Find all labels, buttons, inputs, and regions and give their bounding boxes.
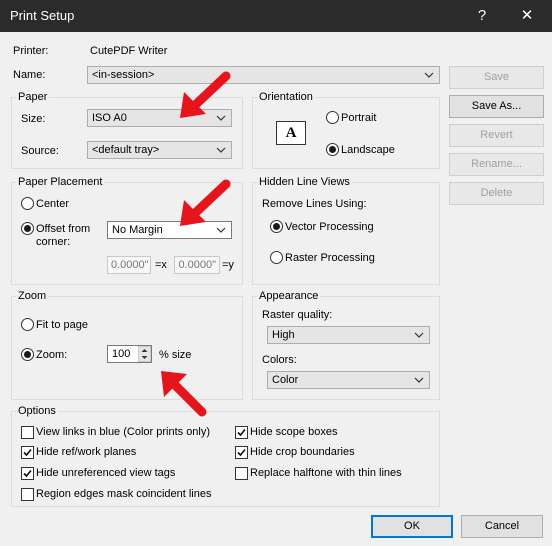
hide-crop-boundaries-checkbox[interactable] xyxy=(235,446,248,459)
options-group-title: Options xyxy=(16,405,58,417)
annotation-arrow-icon xyxy=(180,71,231,118)
replace-halftone-label[interactable]: Replace halftone with thin lines xyxy=(250,467,402,479)
checkmark-icon xyxy=(23,448,32,457)
delete-button[interactable]: Delete xyxy=(449,182,544,205)
raster-processing-radio[interactable] xyxy=(270,251,283,264)
rename-button[interactable]: Rename... xyxy=(449,153,544,176)
size-label: Size: xyxy=(21,113,46,125)
source-label: Source: xyxy=(21,145,59,157)
view-links-blue-checkbox[interactable] xyxy=(21,426,34,439)
zoom-value[interactable]: 100 xyxy=(112,348,130,360)
hide-scope-boxes-checkbox[interactable] xyxy=(235,426,248,439)
center-radio[interactable] xyxy=(21,197,34,210)
offset-label-line1[interactable]: Offset from xyxy=(36,223,90,235)
name-dropdown-value: <in-session> xyxy=(92,69,155,81)
portrait-radio[interactable] xyxy=(326,111,339,124)
revert-button[interactable]: Revert xyxy=(449,124,544,147)
replace-halftone-checkbox[interactable] xyxy=(235,467,248,480)
raster-quality-label: Raster quality: xyxy=(262,309,333,321)
title-bar: Print Setup ? ✕ xyxy=(0,0,552,32)
landscape-label[interactable]: Landscape xyxy=(341,144,395,156)
colors-value: Color xyxy=(272,374,299,386)
raster-quality-value: High xyxy=(272,329,295,341)
zoom-stepper[interactable]: 100 xyxy=(107,345,152,363)
region-edges-checkbox[interactable] xyxy=(21,488,34,501)
raster-processing-label[interactable]: Raster Processing xyxy=(285,252,375,264)
paper-placement-title: Paper Placement xyxy=(16,176,105,188)
chevron-down-icon xyxy=(424,72,434,78)
margin-value: No Margin xyxy=(112,224,163,236)
appearance-group-title: Appearance xyxy=(257,290,321,302)
zoom-radio[interactable] xyxy=(21,348,34,361)
checkmark-icon xyxy=(237,428,246,437)
hide-unreferenced-tags-checkbox[interactable] xyxy=(21,467,34,480)
portrait-label[interactable]: Portrait xyxy=(341,112,376,124)
hide-ref-planes-label[interactable]: Hide ref/work planes xyxy=(36,446,136,458)
close-button[interactable]: ✕ xyxy=(512,4,542,28)
window-title: Print Setup xyxy=(10,8,75,23)
hide-crop-boundaries-label[interactable]: Hide crop boundaries xyxy=(250,446,355,458)
paper-source-dropdown[interactable]: <default tray> xyxy=(87,141,232,159)
save-button[interactable]: Save xyxy=(449,66,544,89)
center-label[interactable]: Center xyxy=(36,198,69,210)
save-as-button[interactable]: Save As... xyxy=(449,95,544,118)
checkmark-icon xyxy=(237,448,246,457)
landscape-radio[interactable] xyxy=(326,143,339,156)
vector-processing-radio[interactable] xyxy=(270,220,283,233)
zoom-group-title: Zoom xyxy=(16,290,49,302)
printer-label: Printer: xyxy=(13,45,49,57)
hide-scope-boxes-label[interactable]: Hide scope boxes xyxy=(250,426,337,438)
fit-to-page-radio[interactable] xyxy=(21,318,34,331)
raster-quality-dropdown[interactable]: High xyxy=(267,326,430,344)
hidden-line-views-title: Hidden Line Views xyxy=(257,176,352,188)
y-label: =y xyxy=(222,259,234,271)
cancel-button[interactable]: Cancel xyxy=(461,515,543,538)
help-button[interactable]: ? xyxy=(467,4,497,28)
print-setup-dialog: Print Setup ? ✕ Printer: CutePDF Writer … xyxy=(0,0,552,546)
annotation-arrow-icon xyxy=(161,371,207,417)
offset-x-field[interactable]: 0.0000" xyxy=(107,256,151,274)
paper-source-value: <default tray> xyxy=(92,144,160,156)
x-label: =x xyxy=(155,259,167,271)
landscape-page-icon: A xyxy=(276,121,306,145)
annotation-arrow-icon xyxy=(180,179,231,226)
zoom-label[interactable]: Zoom: xyxy=(36,349,67,361)
hide-ref-planes-checkbox[interactable] xyxy=(21,446,34,459)
orientation-group-title: Orientation xyxy=(257,91,315,103)
offset-label-line2[interactable]: corner: xyxy=(36,236,70,248)
chevron-down-icon xyxy=(414,332,424,338)
colors-dropdown[interactable]: Color xyxy=(267,371,430,389)
name-label: Name: xyxy=(13,69,46,81)
printer-value: CutePDF Writer xyxy=(90,45,168,57)
percent-size-label: % size xyxy=(159,349,192,361)
view-links-blue-label[interactable]: View links in blue (Color prints only) xyxy=(36,426,210,438)
remove-lines-label: Remove Lines Using: xyxy=(262,198,367,210)
offset-y-field[interactable]: 0.0000" xyxy=(174,256,220,274)
spinner-arrows-icon[interactable] xyxy=(138,346,151,362)
ok-button[interactable]: OK xyxy=(371,515,453,538)
name-dropdown[interactable]: <in-session> xyxy=(87,66,440,84)
hide-unreferenced-tags-label[interactable]: Hide unreferenced view tags xyxy=(36,467,175,479)
region-edges-label[interactable]: Region edges mask coincident lines xyxy=(36,488,212,500)
offset-radio[interactable] xyxy=(21,222,34,235)
colors-label: Colors: xyxy=(262,354,297,366)
fit-to-page-label[interactable]: Fit to page xyxy=(36,319,88,331)
paper-size-value: ISO A0 xyxy=(92,112,127,124)
paper-group-title: Paper xyxy=(16,91,50,103)
vector-processing-label[interactable]: Vector Processing xyxy=(285,221,374,233)
checkmark-icon xyxy=(23,469,32,478)
chevron-down-icon xyxy=(216,147,226,153)
chevron-down-icon xyxy=(414,377,424,383)
